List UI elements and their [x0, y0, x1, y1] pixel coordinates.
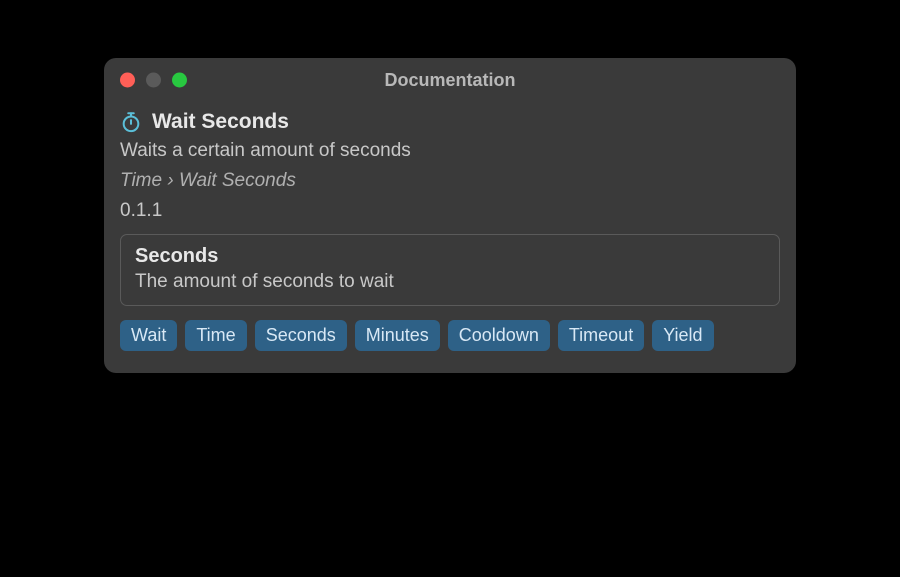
minimize-icon [146, 73, 161, 88]
node-version: 0.1.1 [120, 200, 780, 222]
tag-button[interactable]: Seconds [255, 320, 347, 351]
node-description: Waits a certain amount of seconds [120, 140, 780, 162]
parameter-box: Seconds The amount of seconds to wait [120, 234, 780, 306]
tag-button[interactable]: Cooldown [448, 320, 550, 351]
fullscreen-icon[interactable] [172, 73, 187, 88]
parameter-name: Seconds [135, 245, 765, 268]
node-header: Wait Seconds [120, 110, 780, 134]
tag-button[interactable]: Timeout [558, 320, 644, 351]
tag-button[interactable]: Time [185, 320, 246, 351]
tags-row: Wait Time Seconds Minutes Cooldown Timeo… [120, 320, 780, 351]
close-icon[interactable] [120, 73, 135, 88]
breadcrumb: Time › Wait Seconds [120, 170, 780, 192]
traffic-lights [120, 73, 187, 88]
timer-icon [120, 111, 142, 133]
titlebar[interactable]: Documentation [104, 58, 796, 102]
node-title: Wait Seconds [152, 110, 289, 134]
tag-button[interactable]: Minutes [355, 320, 440, 351]
tag-button[interactable]: Wait [120, 320, 177, 351]
parameter-description: The amount of seconds to wait [135, 271, 765, 293]
tag-button[interactable]: Yield [652, 320, 713, 351]
content: Wait Seconds Waits a certain amount of s… [104, 102, 796, 373]
window-title: Documentation [384, 70, 515, 91]
documentation-window: Documentation Wait Seconds Waits a certa… [104, 58, 796, 373]
